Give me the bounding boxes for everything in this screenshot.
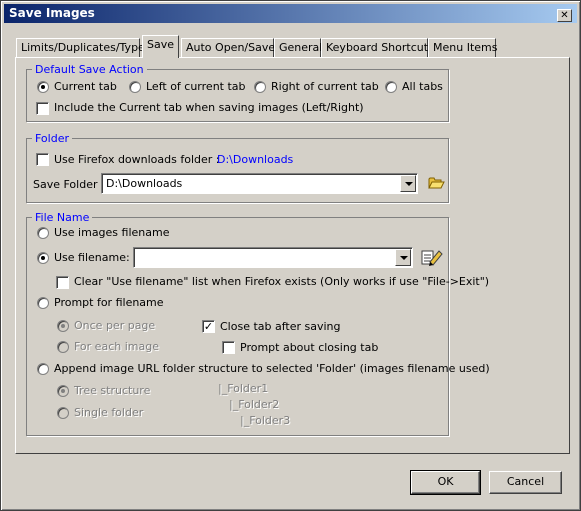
- tab-general[interactable]: General: [274, 38, 323, 58]
- ok-button[interactable]: OK: [410, 470, 481, 495]
- tab-save[interactable]: Save: [142, 35, 179, 58]
- radio-current-tab-label: Current tab: [54, 80, 117, 93]
- dialog-window: Save Images ✕ Limits/Duplicates/Types Sa…: [0, 0, 581, 511]
- edit-list-icon[interactable]: [421, 248, 443, 267]
- use-firefox-downloads-label: Use Firefox downloads folder :: [54, 153, 220, 166]
- window-title: Save Images: [9, 6, 95, 20]
- single-folder-label: Single folder: [74, 406, 144, 419]
- prompt-about-closing-tab-checkbox[interactable]: [222, 341, 235, 354]
- save-folder-label: Save Folder: [33, 178, 98, 191]
- radio-left-of-current-tab[interactable]: [129, 81, 141, 93]
- downloads-path-text: D:\Downloads: [217, 153, 294, 166]
- save-folder-value: D:\Downloads: [106, 177, 183, 190]
- once-per-page-label: Once per page: [74, 319, 156, 332]
- tab-label: Auto Open/Save: [186, 41, 276, 54]
- radio-once-per-page[interactable]: [57, 320, 69, 332]
- tree-line-2: |_Folder2: [229, 398, 280, 411]
- cancel-button[interactable]: Cancel: [489, 471, 562, 494]
- close-button[interactable]: ✕: [557, 9, 572, 22]
- radio-right-of-current-tab[interactable]: [254, 81, 266, 93]
- use-firefox-downloads-checkbox[interactable]: [36, 153, 49, 166]
- default-save-action-group: [26, 69, 449, 122]
- close-icon: ✕: [560, 10, 569, 21]
- save-folder-combo[interactable]: D:\Downloads: [101, 173, 418, 194]
- use-filename-label: Use filename:: [54, 251, 130, 264]
- use-filename-combo[interactable]: [133, 247, 413, 268]
- folder-legend: Folder: [32, 132, 72, 145]
- use-images-filename-label: Use images filename: [54, 226, 170, 239]
- title-bar[interactable]: Save Images: [4, 4, 577, 23]
- tab-limits-duplicates-types[interactable]: Limits/Duplicates/Types: [16, 38, 151, 58]
- include-current-tab-label: Include the Current tab when saving imag…: [54, 101, 364, 114]
- tab-auto-open-save[interactable]: Auto Open/Save: [181, 38, 276, 58]
- tab-label: Save: [147, 38, 175, 51]
- radio-append-url-folder[interactable]: [37, 363, 49, 375]
- radio-right-label: Right of current tab: [271, 80, 379, 93]
- radio-all-tabs[interactable]: [385, 81, 397, 93]
- tree-line-3: |_Folder3: [240, 414, 291, 427]
- clear-filename-list-checkbox[interactable]: [56, 276, 69, 289]
- status-bar: [4, 497, 577, 509]
- tab-label: General: [279, 41, 323, 54]
- tree-structure-label: Tree structure: [74, 384, 151, 397]
- chevron-down-icon[interactable]: [395, 249, 411, 266]
- radio-use-filename[interactable]: [37, 252, 49, 264]
- radio-left-label: Left of current tab: [146, 80, 246, 93]
- default-save-action-legend: Default Save Action: [32, 63, 147, 76]
- radio-current-tab[interactable]: [37, 81, 49, 93]
- close-tab-after-saving-label: Close tab after saving: [220, 320, 341, 333]
- prompt-about-closing-tab-label: Prompt about closing tab: [240, 341, 379, 354]
- prompt-for-filename-label: Prompt for filename: [54, 296, 164, 309]
- clear-filename-list-label: Clear "Use filename" list when Firefox e…: [74, 275, 490, 288]
- radio-all-tabs-label: All tabs: [402, 80, 443, 93]
- radio-tree-structure[interactable]: [57, 385, 69, 397]
- tab-label: Keyboard Shortcuts: [326, 41, 434, 54]
- file-name-legend: File Name: [32, 211, 93, 224]
- tree-line-1: |_Folder1: [218, 382, 269, 395]
- folder-open-icon[interactable]: [428, 176, 445, 190]
- tab-keyboard-shortcuts[interactable]: Keyboard Shortcuts: [321, 38, 434, 58]
- tab-label: Limits/Duplicates/Types: [21, 41, 151, 54]
- chevron-down-icon[interactable]: [400, 175, 416, 192]
- radio-prompt-for-filename[interactable]: [37, 297, 49, 309]
- checkmark-icon: ✓: [203, 320, 214, 333]
- radio-for-each-image[interactable]: [57, 341, 69, 353]
- for-each-image-label: For each image: [74, 340, 159, 353]
- radio-single-folder[interactable]: [57, 407, 69, 419]
- tab-label: Menu Items: [433, 41, 498, 54]
- include-current-tab-checkbox[interactable]: [36, 102, 49, 115]
- radio-use-images-filename[interactable]: [37, 227, 49, 239]
- close-tab-after-saving-checkbox[interactable]: ✓: [202, 320, 215, 333]
- tab-menu-items[interactable]: Menu Items: [428, 38, 498, 58]
- append-url-folder-label: Append image URL folder structure to sel…: [54, 362, 490, 375]
